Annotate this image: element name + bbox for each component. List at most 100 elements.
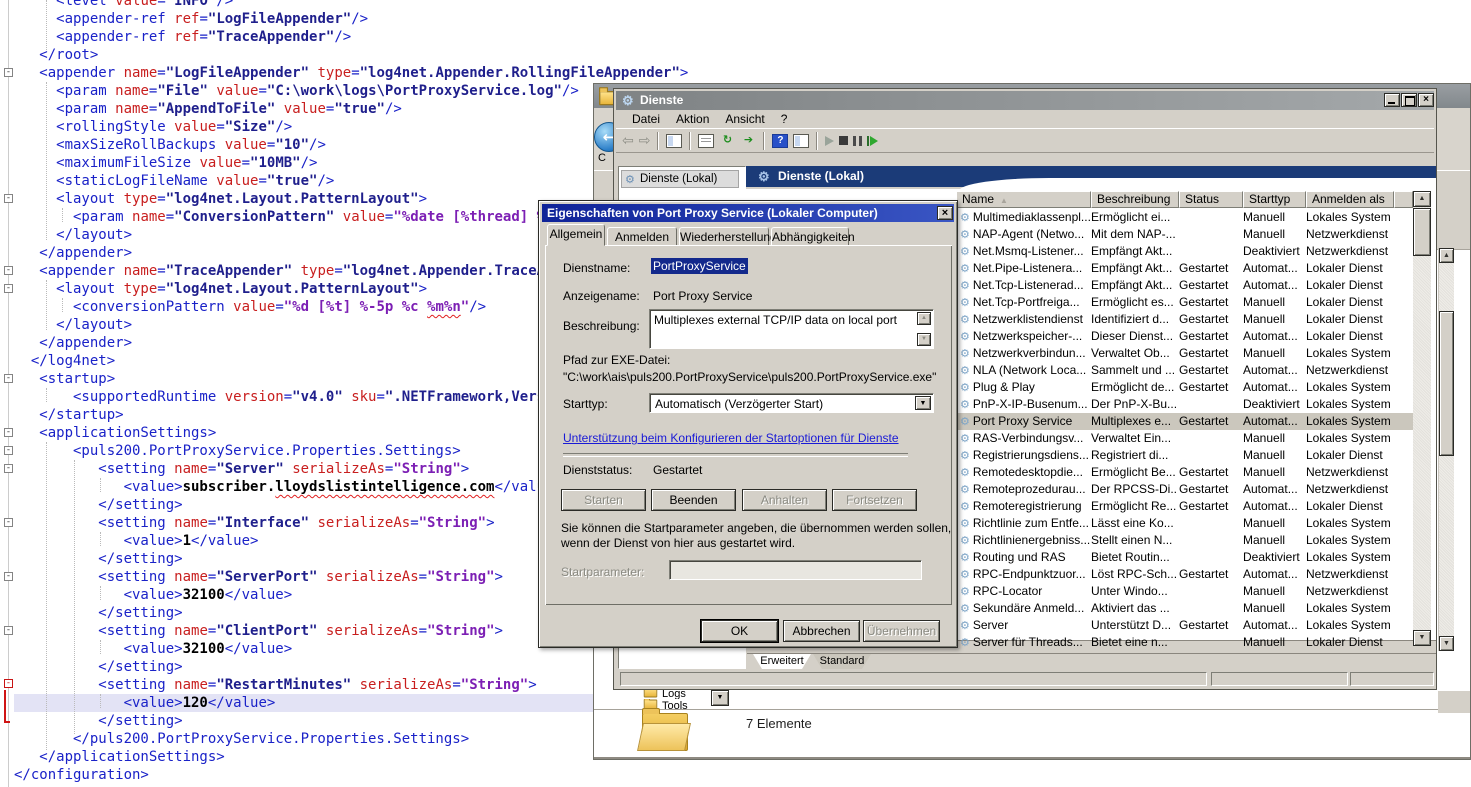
forward-icon[interactable]: ⇨ [639,133,651,149]
code-line[interactable]: <appender name="TraceAppender" type="log… [14,262,562,280]
service-row[interactable]: ⚙PnP-X-IP-Busenum...Der PnP-X-Bu...Deakt… [956,396,1413,413]
code-line[interactable]: <staticLogFileName value="true"/> [14,172,334,190]
code-line[interactable]: <layout type="log4net.Layout.PatternLayo… [14,280,427,298]
code-line[interactable]: <supportedRuntime version="v4.0" sku=".N… [14,388,562,406]
service-row[interactable]: ⚙ServerUnterstützt D...GestartetAutomat.… [956,617,1413,634]
maximize-button[interactable] [1401,93,1417,107]
code-line[interactable]: <param name="ConversionPattern" value="%… [14,208,562,226]
service-row[interactable]: ⚙NAP-Agent (Netwo...Mit dem NAP-...Manue… [956,226,1413,243]
service-row[interactable]: ⚙Port Proxy ServiceMultiplexes e...Gesta… [956,413,1413,430]
code-line[interactable]: <conversionPattern value="%d [%t] %-5p %… [14,298,486,316]
tab-erweitert[interactable]: Erweitert [753,654,811,669]
console-window-icon[interactable] [666,134,682,148]
folder-item[interactable]: Tools [643,699,763,709]
menu-item[interactable]: Aktion [668,110,717,129]
service-row[interactable]: ⚙Net.Tcp-Listenerad...Empfängt Akt...Ges… [956,277,1413,294]
scroll-down-icon[interactable]: ▼ [917,333,931,346]
fold-collapse-icon[interactable]: - [4,194,13,203]
scroll-up-icon[interactable]: ▲ [917,312,931,325]
beenden-button[interactable]: Beenden [651,489,736,511]
code-line[interactable]: <value>32100</value> [14,586,292,604]
abbrechen-button[interactable]: Abbrechen [783,620,860,642]
service-row[interactable]: ⚙Remotedesktopdie...Ermöglicht Be...Gest… [956,464,1413,481]
fold-collapse-icon[interactable]: - [4,428,13,437]
code-line[interactable]: </setting> [14,496,183,514]
menu-item[interactable]: Ansicht [717,110,772,129]
fold-collapse-icon[interactable]: - [4,626,13,635]
code-line[interactable]: </setting> [14,604,183,622]
service-row[interactable]: ⚙Server für Threads...Bietet eine n...Ma… [956,634,1413,651]
fold-collapse-icon[interactable]: - [4,374,13,383]
service-row[interactable]: ⚙Net.Tcp-Portfreiga...Ermöglicht es...Ge… [956,294,1413,311]
dropdown-button[interactable]: ▼ [711,690,729,706]
help-icon[interactable]: ? [772,134,788,148]
tab-wiederherstellung[interactable]: Wiederherstellung [679,227,769,246]
service-row[interactable]: ⚙Net.Pipe-Listenera...Empfängt Akt...Ges… [956,260,1413,277]
starttyp-combobox[interactable]: Automatisch (Verzögerter Start) ▼ [649,393,934,413]
service-row[interactable]: ⚙Remoteprozedurau...Der RPCSS-Di...Gesta… [956,481,1413,498]
code-line[interactable]: <appender-ref ref="TraceAppender"/> [14,28,351,46]
close-button[interactable]: × [1418,93,1434,107]
service-row[interactable]: ⚙Net.Msmq-Listener...Empfängt Akt...Deak… [956,243,1413,260]
scrollbar-thumb[interactable] [1439,311,1454,456]
show-hide-tree-icon[interactable] [793,134,809,148]
startoptions-help-link[interactable]: Unterstützung beim Konfigurieren der Sta… [563,431,899,445]
service-row[interactable]: ⚙Netzwerkverbindun...Verwaltet Ob...Gest… [956,345,1413,362]
tab-allgemein[interactable]: Allgemein [547,224,605,246]
code-line[interactable]: </setting> [14,712,183,730]
column-header-starttyp[interactable]: Starttyp [1243,191,1306,208]
code-line[interactable]: </layout> [14,226,132,244]
service-row[interactable]: ⚙NLA (Network Loca...Sammelt und ...Gest… [956,362,1413,379]
service-row[interactable]: ⚙Multimediaklassenpl...Ermöglicht ei...M… [956,209,1413,226]
code-line[interactable]: <setting name="Interface" serializeAs="S… [14,514,495,532]
code-line[interactable]: </puls200.PortProxyService.Properties.Se… [14,730,469,748]
dienstname-value[interactable]: PortProxyService [651,258,748,274]
fold-collapse-icon[interactable]: - [4,266,13,275]
code-line[interactable]: <appender name="LogFileAppender" type="l… [14,64,688,82]
tree-item-dienste-lokal[interactable]: ⚙ Dienste (Lokal) [621,170,739,188]
ok-button[interactable]: OK [701,620,778,642]
chevron-down-icon[interactable]: ▼ [915,396,931,410]
service-row[interactable]: ⚙RPC-Endpunktzuor...Löst RPC-Sch...Gesta… [956,566,1413,583]
code-line[interactable]: <param name="File" value="C:\work\logs\P… [14,82,579,100]
pause-service-icon[interactable] [853,136,862,146]
code-line[interactable]: </applicationSettings> [14,748,225,766]
code-line[interactable]: <param name="AppendToFile" value="true"/… [14,100,402,118]
close-icon[interactable]: × [937,206,953,220]
tab-standard[interactable]: Standard [813,654,871,669]
service-row[interactable]: ⚙Plug & PlayErmöglicht de...GestartetAut… [956,379,1413,396]
tab-anmelden[interactable]: Anmelden [607,227,677,246]
code-line[interactable]: </layout> [14,316,132,334]
service-row[interactable]: ⚙Sekundäre Anmeld...Aktiviert das ...Man… [956,600,1413,617]
code-line[interactable]: </setting> [14,550,183,568]
code-line[interactable]: <startup> [14,370,115,388]
code-line[interactable]: <appender-ref ref="LogFileAppender"/> [14,10,368,28]
explorer-scrollbar[interactable]: ▲ ▼ [1438,248,1454,651]
properties-icon[interactable] [698,134,714,148]
back-icon[interactable]: ⇦ [622,133,634,149]
services-title-bar[interactable]: ⚙ Dienste [616,91,1434,110]
fold-collapse-icon-changed[interactable]: - [4,679,13,688]
service-row[interactable]: ⚙Netzwerkspeicher-...Dieser Dienst...Ges… [956,328,1413,345]
service-row[interactable]: ⚙Routing und RASBietet Routin...Deaktivi… [956,549,1413,566]
code-line[interactable]: <value>1</value> [14,532,258,550]
scroll-down-icon[interactable]: ▼ [1413,630,1431,646]
refresh-icon[interactable]: ↻ [719,134,735,148]
code-line[interactable]: <setting name="ClientPort" serializeAs="… [14,622,503,640]
fold-collapse-icon[interactable]: - [4,68,13,77]
code-line[interactable]: <layout type="log4net.Layout.PatternLayo… [14,190,427,208]
fold-collapse-icon[interactable]: - [4,446,13,455]
scroll-down-icon[interactable]: ▼ [1439,636,1454,651]
export-list-icon[interactable]: ➔ [740,134,756,148]
fold-collapse-icon[interactable]: - [4,572,13,581]
service-row[interactable]: ⚙RemoteregistrierungErmöglicht Re...Gest… [956,498,1413,515]
service-row[interactable]: ⚙Registrierungsdiens...Registriert di...… [956,447,1413,464]
beschreibung-textarea[interactable]: Multiplexes external TCP/IP data on loca… [649,309,934,349]
code-line[interactable]: </root> [14,46,98,64]
code-line[interactable]: <applicationSettings> [14,424,216,442]
code-line[interactable]: <setting name="Server" serializeAs="Stri… [14,460,469,478]
stop-service-icon[interactable] [839,136,848,145]
scroll-up-icon[interactable]: ▲ [1439,248,1454,263]
code-line[interactable]: <setting name="RestartMinutes" serialize… [14,676,537,694]
column-header-status[interactable]: Status [1179,191,1243,208]
